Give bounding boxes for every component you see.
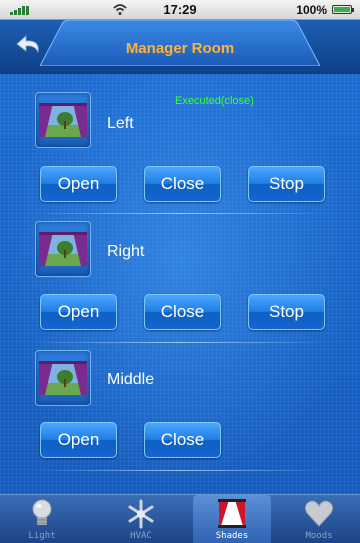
battery-percentage: 100% [296, 3, 327, 17]
tab-label: HVAC [130, 531, 152, 541]
curtain-icon [218, 499, 246, 528]
left-open-button[interactable]: Open [40, 166, 117, 202]
shade-icon-left[interactable] [35, 92, 91, 148]
left-close-button[interactable]: Close [144, 166, 221, 202]
bottom-tab-bar: Light HVAC Shades Moods [0, 494, 360, 543]
device-name-right: Right [107, 243, 145, 260]
status-bar: 17:29 100% [0, 0, 360, 20]
page-title: Manager Room [125, 40, 235, 57]
heart-icon [304, 500, 334, 527]
left-stop-button[interactable]: Stop [248, 166, 325, 202]
right-stop-button[interactable]: Stop [248, 294, 325, 330]
device-name-middle: Middle [107, 371, 155, 388]
right-open-button[interactable]: Open [40, 294, 117, 330]
divider [28, 470, 332, 471]
tab-label: Shades [215, 531, 249, 541]
tab-label: Light [28, 531, 56, 541]
right-close-button[interactable]: Close [144, 294, 221, 330]
curtain-window-icon [39, 103, 87, 137]
device-name-left: Left [107, 115, 134, 132]
shade-icon-middle[interactable] [35, 350, 91, 406]
battery-icon [332, 5, 354, 14]
shade-icon-right[interactable] [35, 221, 91, 277]
divider [28, 342, 332, 343]
bulb-icon [32, 499, 52, 525]
tab-hvac[interactable]: HVAC [102, 495, 180, 543]
shades-content: Executed(close) Left Open Close Stop Rig… [0, 74, 360, 494]
divider [28, 213, 332, 214]
app-screen: 17:29 100% Manager Room Executed(close) [0, 0, 360, 543]
middle-open-button[interactable]: Open [40, 422, 117, 458]
tab-moods[interactable]: Moods [280, 495, 358, 543]
curtain-window-icon [39, 232, 87, 266]
tab-shades[interactable]: Shades [193, 495, 271, 543]
curtain-window-icon [39, 361, 87, 395]
snowflake-icon [128, 499, 154, 529]
execution-status: Executed(close) [175, 95, 254, 107]
middle-close-button[interactable]: Close [144, 422, 221, 458]
tab-light[interactable]: Light [3, 495, 81, 543]
title-bar: Manager Room [0, 20, 360, 74]
tab-label: Moods [305, 531, 333, 541]
